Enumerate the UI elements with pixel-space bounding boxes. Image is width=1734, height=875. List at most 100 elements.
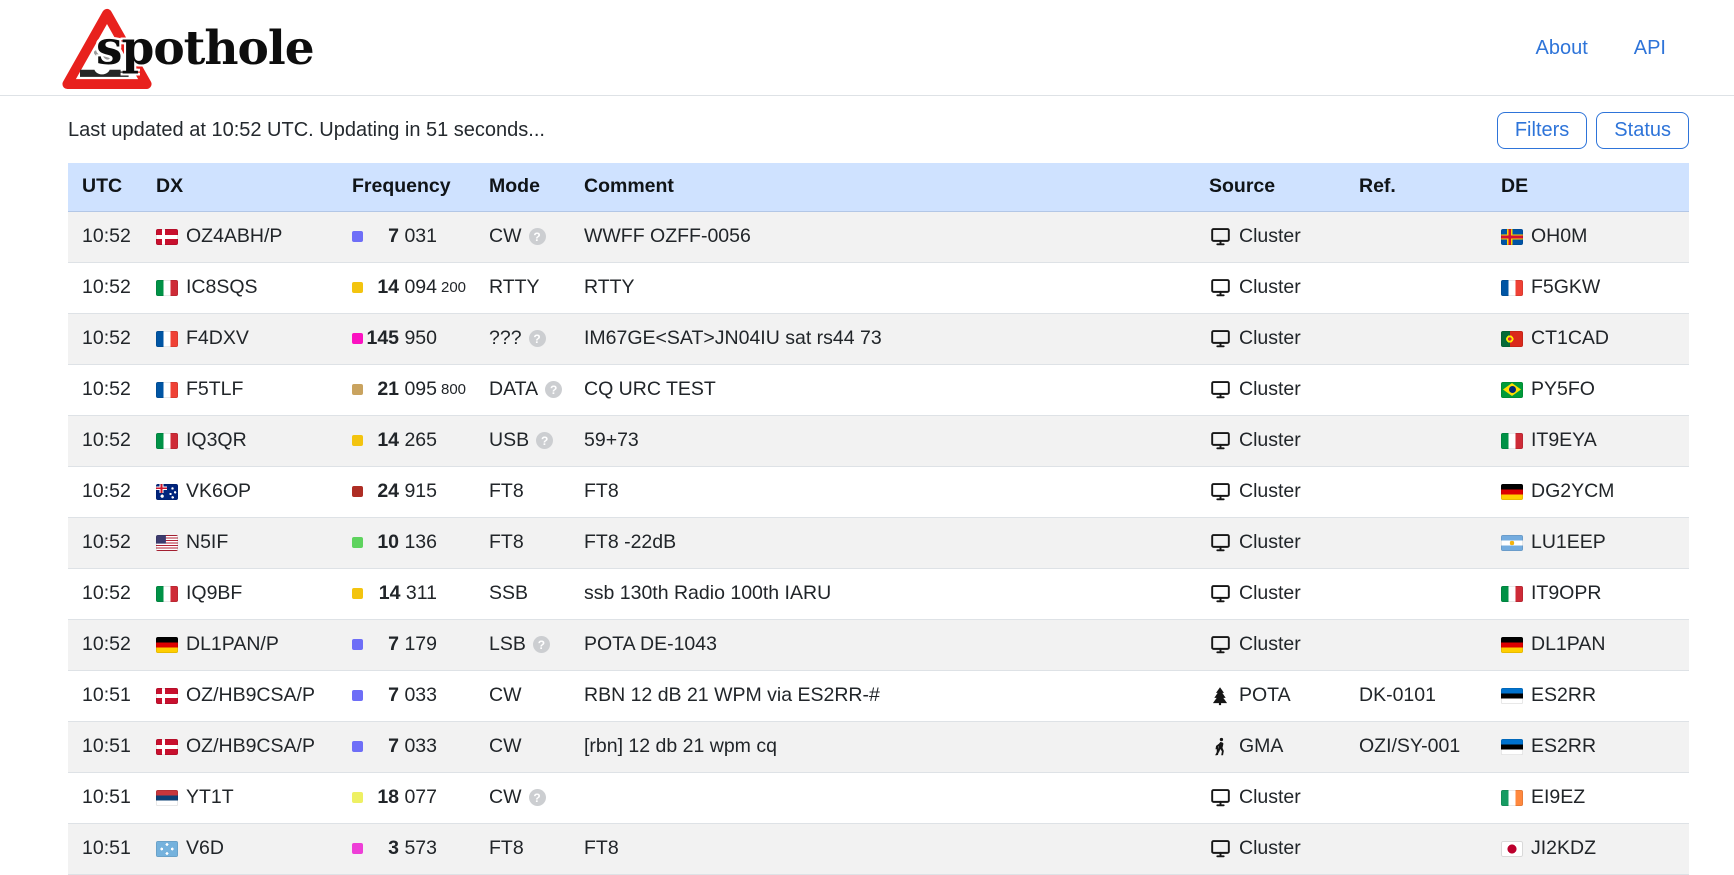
mode-cell: ??? ?: [485, 313, 580, 364]
spot-ref[interactable]: [1355, 823, 1497, 874]
dx-callsign[interactable]: OZ4ABH/P: [186, 225, 282, 248]
dx-callsign[interactable]: IQ3QR: [186, 429, 247, 452]
col-header-utc: UTC: [68, 163, 152, 211]
frequency-value: 7 031: [363, 225, 437, 248]
dx-country-flag-icon: [156, 637, 178, 653]
band-color-icon: [352, 690, 363, 701]
dx-callsign[interactable]: IQ9BF: [186, 582, 242, 605]
dx-callsign[interactable]: F4DXV: [186, 327, 249, 350]
de-callsign[interactable]: PY5FO: [1531, 378, 1595, 401]
spot-ref[interactable]: [1355, 364, 1497, 415]
de-callsign[interactable]: LU1EEP: [1531, 531, 1606, 554]
source-cell: GMA: [1205, 721, 1355, 772]
dx-callsign[interactable]: YT1T: [186, 786, 234, 809]
frequency-cell: 18 077: [348, 772, 485, 823]
spot-comment: IM67GE<SAT>JN04IU sat rs44 73: [580, 313, 1205, 364]
source-type-icon: [1209, 787, 1231, 808]
dx-callsign[interactable]: VK6OP: [186, 480, 251, 503]
spot-row[interactable]: 10:51 YT1T 18 077 CW ? Cluster: [68, 772, 1689, 823]
mode-cell: FT8 ?: [485, 517, 580, 568]
dx-callsign[interactable]: F5TLF: [186, 378, 243, 401]
spot-row[interactable]: 10:51 OZ/HB9CSA/P 7 033 CW ? RBN 12 dB 2…: [68, 670, 1689, 721]
mode-cell: CW ?: [485, 721, 580, 772]
spot-row[interactable]: 10:52 N5IF 10 136 FT8 ? FT8 -22dB Cl: [68, 517, 1689, 568]
de-country-flag-icon: [1501, 280, 1523, 296]
source-type-icon: [1209, 634, 1231, 655]
dx-callsign[interactable]: DL1PAN/P: [186, 633, 279, 656]
spot-ref[interactable]: [1355, 517, 1497, 568]
mode-label: FT8: [489, 837, 524, 860]
mode-cell: RTTY ?: [485, 262, 580, 313]
spot-ref[interactable]: [1355, 466, 1497, 517]
spot-comment: [rbn] 12 db 21 wpm cq: [580, 721, 1205, 772]
frequency-cell: 21 095 800: [348, 364, 485, 415]
filters-button[interactable]: Filters: [1497, 112, 1587, 149]
de-callsign[interactable]: IT9EYA: [1531, 429, 1597, 452]
spot-ref[interactable]: [1355, 262, 1497, 313]
spot-ref[interactable]: [1355, 211, 1497, 262]
source-cell: Cluster: [1205, 415, 1355, 466]
de-callsign[interactable]: ES2RR: [1531, 684, 1596, 707]
de-cell: PY5FO: [1497, 364, 1689, 415]
source-type-icon: [1209, 328, 1231, 349]
de-callsign[interactable]: CT1CAD: [1531, 327, 1609, 350]
status-button[interactable]: Status: [1596, 112, 1689, 149]
dx-callsign[interactable]: N5IF: [186, 531, 228, 554]
de-cell: IT9OPR: [1497, 568, 1689, 619]
nav-link-api[interactable]: API: [1634, 37, 1666, 60]
spot-row[interactable]: 10:52 VK6OP 24 915 FT8 ? FT8 Cluster: [68, 466, 1689, 517]
spot-time: 10:52: [68, 364, 152, 415]
spot-ref[interactable]: [1355, 415, 1497, 466]
spot-row[interactable]: 10:52 OZ4ABH/P 7 031 CW ? WWFF OZFF-0056: [68, 211, 1689, 262]
spot-ref[interactable]: OZI/SY-001: [1355, 721, 1497, 772]
spot-row[interactable]: 10:52 IQ3QR 14 265 USB ? 59+73 Clust: [68, 415, 1689, 466]
spot-row[interactable]: 10:52 DL1PAN/P 7 179 LSB ? POTA DE-1043: [68, 619, 1689, 670]
mode-info-icon[interactable]: ?: [545, 381, 562, 398]
source-type-icon: [1209, 430, 1231, 451]
col-header-frequency: Frequency: [348, 163, 485, 211]
de-callsign[interactable]: DL1PAN: [1531, 633, 1605, 656]
spot-ref[interactable]: [1355, 772, 1497, 823]
spot-ref[interactable]: DK-0101: [1355, 670, 1497, 721]
band-color-icon: [352, 537, 363, 548]
band-color-icon: [352, 741, 363, 752]
frequency-cell: 7 179: [348, 619, 485, 670]
mode-label: ???: [489, 327, 522, 350]
source-label: Cluster: [1239, 531, 1301, 554]
mode-info-icon[interactable]: ?: [529, 330, 546, 347]
de-callsign[interactable]: IT9OPR: [1531, 582, 1601, 605]
source-type-icon: [1209, 838, 1231, 859]
mode-cell: FT8 ?: [485, 823, 580, 874]
spot-row[interactable]: 10:52 IQ9BF 14 311 SSB ? ssb 130th Radio…: [68, 568, 1689, 619]
source-label: Cluster: [1239, 327, 1301, 350]
dx-callsign[interactable]: V6D: [186, 837, 224, 860]
de-callsign[interactable]: DG2YCM: [1531, 480, 1614, 503]
dx-callsign[interactable]: OZ/HB9CSA/P: [186, 684, 315, 707]
spot-row[interactable]: 10:51 V6D 3 573 FT8 ? FT8 Cluster: [68, 823, 1689, 874]
mode-info-icon[interactable]: ?: [533, 636, 550, 653]
de-callsign[interactable]: OH0M: [1531, 225, 1587, 248]
de-callsign[interactable]: F5GKW: [1531, 276, 1600, 299]
source-cell: Cluster: [1205, 517, 1355, 568]
spot-row[interactable]: 10:51 OZ/HB9CSA/P 7 033 CW ? [rbn] 12 db…: [68, 721, 1689, 772]
band-color-icon: [352, 282, 363, 293]
nav-link-about[interactable]: About: [1535, 37, 1587, 60]
source-label: POTA: [1239, 684, 1291, 707]
de-callsign[interactable]: ES2RR: [1531, 735, 1596, 758]
mode-info-icon[interactable]: ?: [529, 228, 546, 245]
de-callsign[interactable]: JI2KDZ: [1531, 837, 1596, 860]
frequency-value: 7 033: [363, 684, 437, 707]
spot-row[interactable]: 10:52 F4DXV 145 950 ??? ? IM67GE<SAT>JN0…: [68, 313, 1689, 364]
mode-info-icon[interactable]: ?: [529, 789, 546, 806]
mode-info-icon[interactable]: ?: [536, 432, 553, 449]
mode-label: DATA: [489, 378, 538, 401]
spot-ref[interactable]: [1355, 313, 1497, 364]
spot-ref[interactable]: [1355, 568, 1497, 619]
dx-callsign[interactable]: OZ/HB9CSA/P: [186, 735, 315, 758]
spot-row[interactable]: 10:52 F5TLF 21 095 800 DATA ? CQ URC TES…: [68, 364, 1689, 415]
brand-logo[interactable]: spothole: [62, 7, 314, 91]
de-callsign[interactable]: EI9EZ: [1531, 786, 1585, 809]
dx-callsign[interactable]: IC8SQS: [186, 276, 258, 299]
spot-row[interactable]: 10:52 IC8SQS 14 094 200 RTTY ? RTTY C: [68, 262, 1689, 313]
spot-ref[interactable]: [1355, 619, 1497, 670]
